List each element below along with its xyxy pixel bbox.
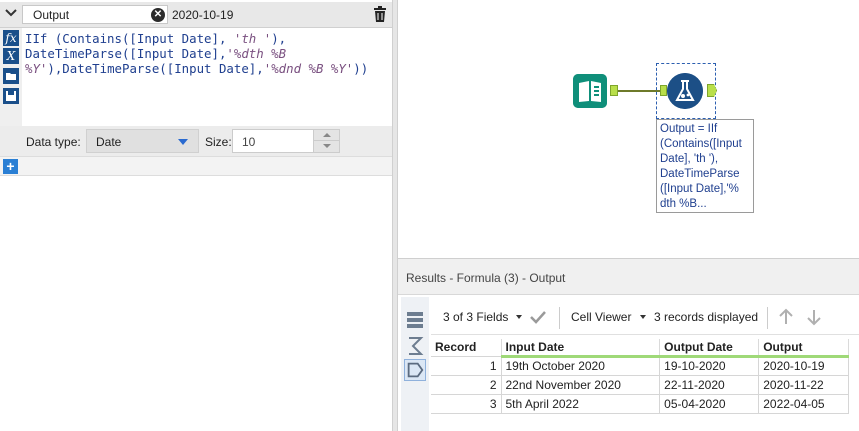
data-type-select[interactable]: Date — [86, 129, 199, 153]
expression-token: ), — [271, 31, 287, 46]
results-toolbar: 3 of 3 Fields Cell Viewer 3 records disp… — [431, 299, 859, 335]
records-count: 3 records displayed — [654, 310, 759, 324]
column-header[interactable]: Output Date — [659, 339, 760, 358]
size-value: 10 — [242, 135, 256, 149]
function-icon[interactable]: fx — [3, 30, 19, 46]
column-header[interactable]: Output — [758, 339, 849, 358]
open-folder-icon[interactable] — [3, 68, 19, 84]
data-type-value: Date — [96, 135, 122, 149]
record-number-cell[interactable]: 2 — [431, 374, 502, 395]
expression-line: DateTimeParse([Input Date],'%dth %B — [25, 46, 387, 61]
spin-up-icon[interactable] — [313, 130, 339, 141]
table-cell[interactable]: 2020-11-22 — [758, 374, 849, 395]
record-number-cell[interactable]: 1 — [431, 355, 502, 376]
table-row[interactable]: 3 5th April 2022 05-04-2020 2022-04-05 — [431, 393, 849, 414]
expression-token: DateTimeParse([Input Date], — [25, 46, 227, 61]
results-grid[interactable]: Record Input Date Output Date Output 1 19th … — [431, 339, 849, 414]
dropdown-caret-icon — [178, 139, 188, 145]
chevron-down-icon[interactable] — [4, 6, 18, 20]
table-cell[interactable]: 2022-04-05 — [758, 393, 849, 414]
string-literal: 'th ' — [233, 31, 272, 46]
expression-line: %Y'),DateTimeParse([Input Date],'%dnd %B… — [25, 61, 387, 76]
save-icon[interactable] — [3, 88, 19, 104]
expression-editor[interactable]: IIf (Contains([Input Date], 'th '), DateT… — [25, 31, 387, 76]
results-panel: Results - Formula (3) - Output 3 of 3 Fi… — [398, 258, 859, 431]
output-anchor[interactable] — [610, 85, 618, 96]
table-row[interactable]: 2 22nd November 2020 22-11-2020 2020-11-22 — [431, 374, 849, 395]
expression-token: ),DateTimeParse([Input Date], — [47, 61, 264, 76]
size-stepper[interactable]: 10 — [232, 129, 340, 153]
spin-down-icon[interactable] — [313, 141, 339, 152]
arrow-up-icon[interactable] — [778, 308, 794, 326]
table-cell[interactable]: 22-11-2020 — [659, 374, 760, 395]
record-number-cell[interactable]: 3 — [431, 393, 502, 414]
dropdown-caret-icon[interactable] — [640, 315, 646, 319]
add-expression-row: + — [0, 156, 392, 176]
data-type-label: Data type: — [26, 135, 81, 149]
results-side-toolbar — [401, 297, 429, 431]
expression-token: IIf (Contains([Input Date], — [25, 31, 234, 46]
metadata-icon[interactable] — [404, 359, 426, 381]
alteryx-window: Output ✕ 2020-10-19 fx X IIf (Contains([… — [0, 0, 859, 431]
formula-config-panel: Output ✕ 2020-10-19 fx X IIf (Contains([… — [0, 0, 392, 431]
table-row[interactable]: 1 19th October 2020 19-10-2020 2020-10-19 — [431, 355, 849, 376]
output-field-name: Output — [33, 8, 70, 22]
expression-tools-column: fx X — [0, 28, 22, 126]
results-title-bar: Results - Formula (3) - Output — [398, 259, 859, 295]
add-expression-button[interactable]: + — [3, 159, 18, 174]
table-cell[interactable]: 19th October 2020 — [500, 355, 661, 376]
preview-value: 2020-10-19 — [172, 8, 234, 22]
expression-line: IIf (Contains([Input Date], 'th '), — [25, 31, 387, 46]
expression-header-row: Output ✕ 2020-10-19 — [0, 2, 392, 28]
table-body: 1 19th October 2020 19-10-2020 2020-10-19 2 2… — [431, 355, 849, 414]
tool-annotation: Output = IIf (Contains([Input Date], 'th… — [656, 119, 754, 213]
fields-selector[interactable]: 3 of 3 Fields — [443, 310, 508, 324]
checkmark-icon[interactable] — [530, 310, 546, 324]
table-header-row: Record Input Date Output Date Output — [431, 339, 849, 358]
formula-tool-icon[interactable] — [667, 73, 703, 109]
trash-icon[interactable] — [373, 6, 387, 22]
toolbar-separator — [767, 307, 768, 329]
column-header[interactable]: Input Date — [501, 339, 661, 358]
string-literal: '%dnd %B %Y' — [263, 61, 354, 76]
column-header[interactable]: Record — [431, 339, 502, 356]
table-view-icon[interactable] — [404, 309, 426, 331]
summarize-icon[interactable] — [404, 335, 426, 357]
toolbar-separator — [559, 307, 560, 329]
output-field-select[interactable]: Output ✕ — [22, 5, 168, 24]
table-cell[interactable]: 19-10-2020 — [659, 355, 760, 376]
dropdown-caret-icon[interactable] — [516, 315, 522, 319]
size-label: Size: — [205, 135, 232, 149]
cell-viewer-selector[interactable]: Cell Viewer — [571, 310, 631, 324]
clear-icon[interactable]: ✕ — [151, 8, 165, 22]
string-literal: %Y' — [25, 61, 48, 76]
table-cell[interactable]: 22nd November 2020 — [500, 374, 661, 395]
string-literal: '%dth %B — [226, 46, 287, 61]
workflow-canvas[interactable]: Output = IIf (Contains([Input Date], 'th… — [398, 0, 859, 256]
connection-line — [618, 90, 660, 92]
results-title: Results - Formula (3) - Output — [406, 271, 566, 285]
input-data-tool-icon[interactable] — [573, 74, 607, 108]
variable-icon[interactable]: X — [3, 48, 19, 64]
arrow-down-icon[interactable] — [806, 308, 822, 326]
input-anchor[interactable] — [660, 85, 667, 96]
expression-token: )) — [353, 61, 369, 76]
table-cell[interactable]: 05-04-2020 — [659, 393, 760, 414]
table-cell[interactable]: 5th April 2022 — [500, 393, 661, 414]
data-type-row: Data type: Date Size: 10 — [0, 126, 392, 156]
table-cell[interactable]: 2020-10-19 — [758, 355, 849, 376]
results-table: Record Input Date Output Date Output 1 19th … — [431, 339, 849, 414]
